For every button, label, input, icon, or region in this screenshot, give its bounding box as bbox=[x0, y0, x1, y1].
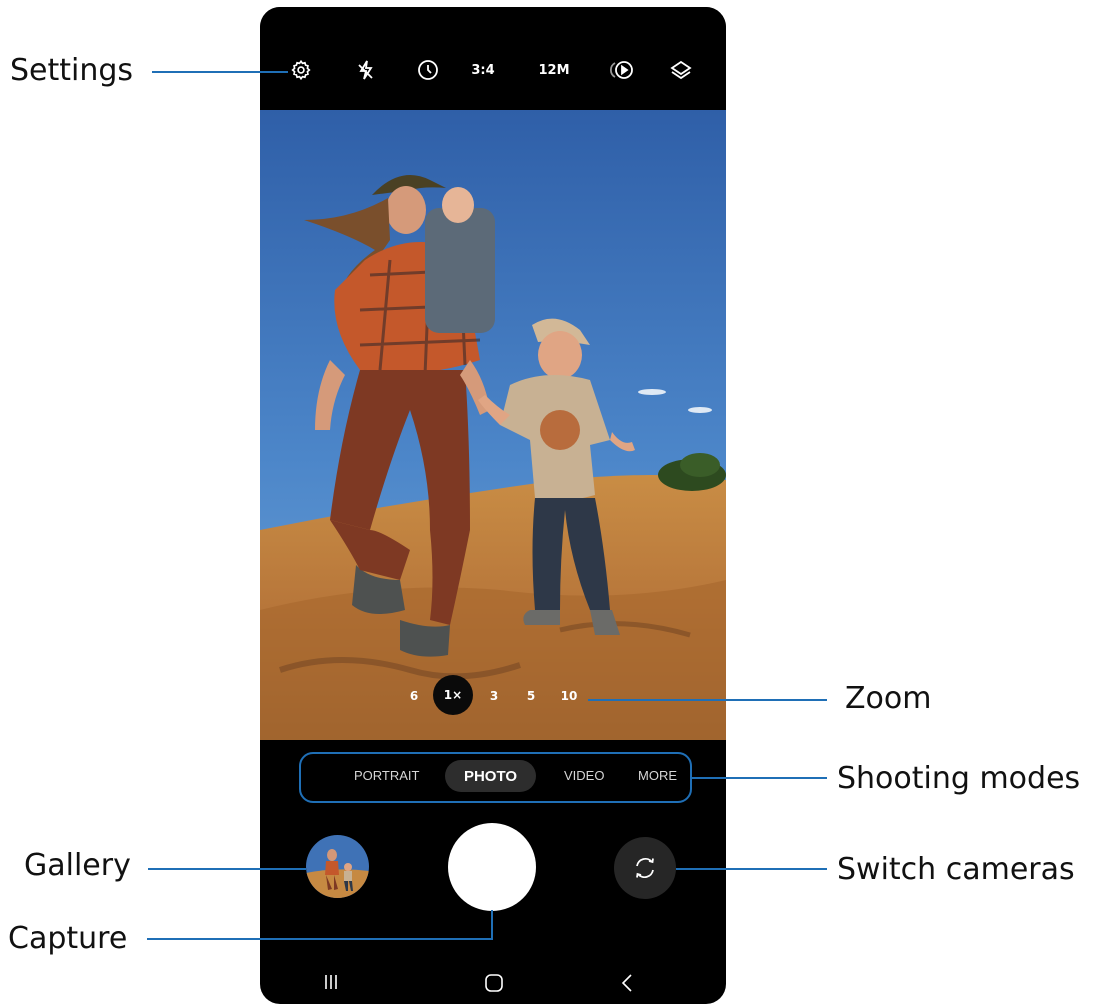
camera-top-bar: 3:4 12M bbox=[260, 7, 726, 110]
callout-line-gallery bbox=[148, 868, 306, 870]
zoom-option-active[interactable]: 1× bbox=[433, 675, 473, 715]
capture-button[interactable] bbox=[448, 823, 536, 911]
ratio-button[interactable]: 3:4 bbox=[463, 57, 503, 83]
callout-line-capture-h bbox=[147, 938, 493, 940]
timer-icon[interactable] bbox=[415, 57, 441, 83]
callout-line-switch-cameras bbox=[676, 868, 827, 870]
callout-line-capture-v bbox=[491, 910, 493, 940]
recent-apps-icon[interactable] bbox=[322, 973, 340, 991]
zoom-option-5[interactable]: 5 bbox=[519, 689, 543, 703]
callout-gallery: Gallery bbox=[24, 848, 131, 883]
callout-shooting-modes: Shooting modes bbox=[837, 761, 1081, 796]
zoom-option-3[interactable]: 3 bbox=[482, 689, 506, 703]
camera-viewfinder[interactable]: 6 1× 3 5 10 bbox=[260, 110, 726, 740]
callout-line-shooting-modes bbox=[692, 777, 827, 779]
zoom-selector: 6 1× 3 5 10 bbox=[260, 675, 726, 721]
back-icon[interactable] bbox=[620, 973, 634, 993]
callout-capture: Capture bbox=[8, 921, 128, 956]
motion-photo-icon[interactable] bbox=[607, 57, 637, 83]
resolution-button[interactable]: 12M bbox=[534, 57, 574, 83]
switch-camera-icon[interactable] bbox=[614, 837, 676, 899]
shooting-modes-outline bbox=[299, 752, 692, 803]
flash-off-icon[interactable] bbox=[353, 57, 379, 83]
callout-zoom: Zoom bbox=[845, 681, 932, 716]
zoom-option-6[interactable]: 6 bbox=[402, 689, 426, 703]
zoom-option-10[interactable]: 10 bbox=[557, 689, 581, 703]
callout-line-zoom bbox=[588, 699, 827, 701]
system-nav-bar bbox=[260, 957, 726, 1004]
phone-screen: 3:4 12M 6 1× 3 5 10 PORTRAIT PHOTO VIDEO… bbox=[260, 7, 726, 1004]
callout-switch-cameras: Switch cameras bbox=[837, 852, 1075, 887]
gallery-thumbnail[interactable] bbox=[306, 835, 369, 898]
layers-icon[interactable] bbox=[668, 57, 694, 83]
callout-line-settings bbox=[152, 71, 288, 73]
callout-settings: Settings bbox=[10, 53, 134, 88]
gear-icon[interactable] bbox=[288, 57, 314, 83]
viewfinder-photo bbox=[260, 110, 726, 740]
home-icon[interactable] bbox=[484, 973, 504, 993]
